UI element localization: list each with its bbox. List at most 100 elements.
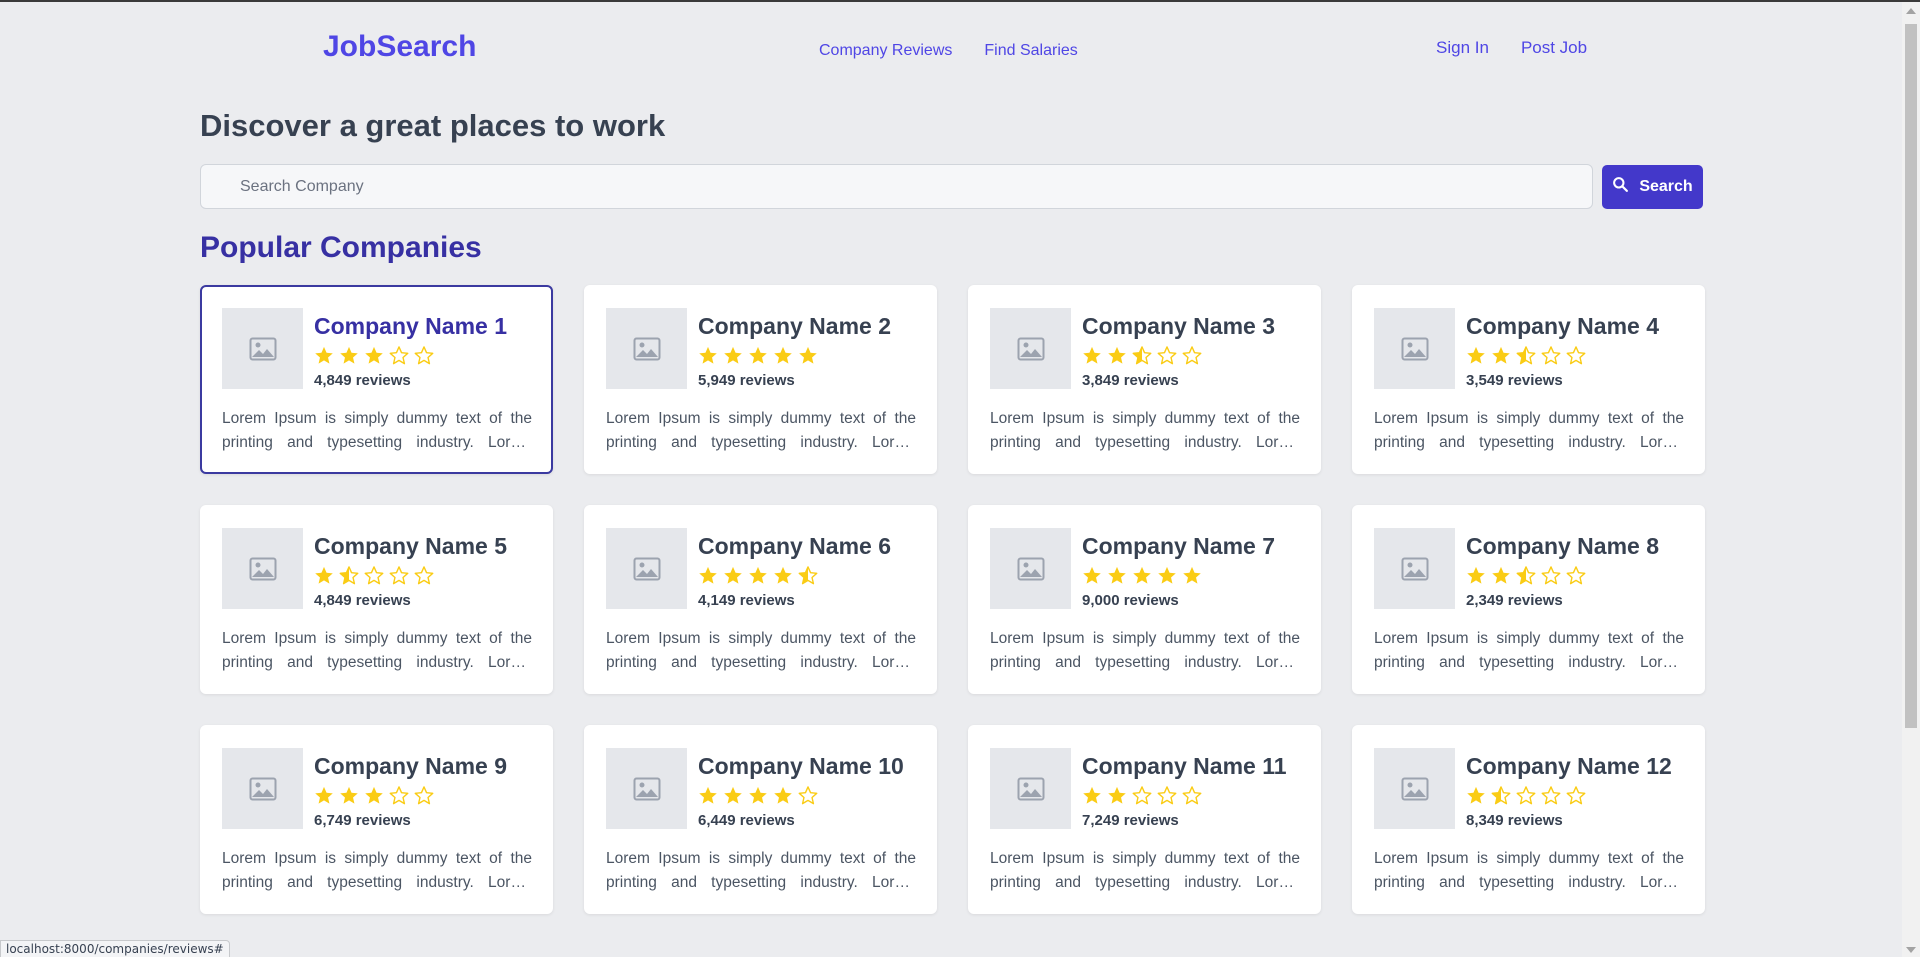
star-filled-icon	[1081, 565, 1103, 591]
sign-in-link[interactable]: Sign In	[1436, 38, 1489, 58]
star-empty-icon	[1156, 345, 1178, 371]
star-rating	[1465, 345, 1587, 371]
search-input[interactable]	[201, 165, 1592, 208]
search-icon	[1612, 176, 1629, 198]
company-name[interactable]: Company Name 4	[1466, 313, 1659, 340]
image-placeholder-icon	[606, 528, 687, 609]
star-filled-icon	[697, 565, 719, 591]
star-filled-icon	[697, 785, 719, 811]
company-card[interactable]: Company Name 2 5,949 reviews Lorem Ipsum i…	[584, 285, 937, 474]
company-card[interactable]: Company Name 8 2,349 reviews Lorem Ipsum i…	[1352, 505, 1705, 694]
company-name[interactable]: Company Name 8	[1466, 533, 1659, 560]
company-card[interactable]: Company Name 9 6,749 reviews Lorem Ipsum i…	[200, 725, 553, 914]
star-filled-icon	[747, 565, 769, 591]
image-placeholder-icon	[606, 308, 687, 389]
company-name[interactable]: Company Name 6	[698, 533, 891, 560]
company-name[interactable]: Company Name 11	[1082, 753, 1287, 780]
company-name[interactable]: Company Name 10	[698, 753, 904, 780]
star-empty-icon	[413, 565, 435, 591]
star-filled-icon	[1490, 565, 1512, 591]
review-count: 8,349 reviews	[1466, 812, 1563, 829]
star-empty-icon	[1181, 345, 1203, 371]
star-filled-icon	[313, 785, 335, 811]
image-placeholder-icon	[222, 528, 303, 609]
scroll-up-icon[interactable]	[1906, 8, 1916, 14]
company-name[interactable]: Company Name 9	[314, 753, 507, 780]
star-filled-icon	[772, 785, 794, 811]
star-empty-icon	[1540, 785, 1562, 811]
scrollbar-thumb[interactable]	[1905, 24, 1917, 728]
company-description: Lorem Ipsum is simply dummy text of the …	[222, 850, 532, 891]
star-empty-icon	[1156, 785, 1178, 811]
star-rating	[1465, 565, 1587, 591]
company-card[interactable]: Company Name 7 9,000 reviews Lorem Ipsum i…	[968, 505, 1321, 694]
company-description: Lorem Ipsum is simply dummy text of the …	[606, 630, 916, 671]
star-empty-icon	[1565, 785, 1587, 811]
star-filled-icon	[1106, 565, 1128, 591]
image-placeholder-icon	[990, 308, 1071, 389]
review-count: 7,249 reviews	[1082, 812, 1179, 829]
star-rating	[697, 345, 819, 371]
review-count: 3,849 reviews	[1082, 372, 1179, 389]
company-card[interactable]: Company Name 3 3,849 reviews Lorem Ipsum i…	[968, 285, 1321, 474]
company-card[interactable]: Company Name 11 7,249 reviews Lorem Ipsum …	[968, 725, 1321, 914]
company-name[interactable]: Company Name 12	[1466, 753, 1672, 780]
star-empty-icon	[1131, 785, 1153, 811]
star-filled-icon	[1106, 785, 1128, 811]
scroll-down-icon[interactable]	[1906, 947, 1916, 953]
star-empty-icon	[413, 345, 435, 371]
star-filled-icon	[722, 565, 744, 591]
star-filled-icon	[1490, 345, 1512, 371]
star-filled-icon	[1081, 345, 1103, 371]
star-half-icon	[1515, 565, 1537, 591]
section-title: Popular Companies	[200, 231, 482, 264]
company-name[interactable]: Company Name 2	[698, 313, 891, 340]
post-job-link[interactable]: Post Job	[1521, 38, 1587, 58]
star-filled-icon	[797, 345, 819, 371]
company-card[interactable]: Company Name 12 8,349 reviews Lorem Ipsum …	[1352, 725, 1705, 914]
company-name[interactable]: Company Name 3	[1082, 313, 1275, 340]
company-card[interactable]: Company Name 1 4,849 reviews Lorem Ipsum i…	[200, 285, 553, 474]
star-filled-icon	[1131, 565, 1153, 591]
brand-logo[interactable]: JobSearch	[323, 30, 476, 64]
star-filled-icon	[722, 345, 744, 371]
company-description: Lorem Ipsum is simply dummy text of the …	[990, 850, 1300, 891]
review-count: 4,849 reviews	[314, 372, 411, 389]
page-scrollbar[interactable]	[1902, 2, 1920, 957]
star-empty-icon	[1540, 345, 1562, 371]
star-filled-icon	[338, 345, 360, 371]
review-count: 9,000 reviews	[1082, 592, 1179, 609]
review-count: 4,849 reviews	[314, 592, 411, 609]
star-filled-icon	[363, 345, 385, 371]
star-filled-icon	[1181, 565, 1203, 591]
star-filled-icon	[1465, 565, 1487, 591]
star-filled-icon	[747, 785, 769, 811]
star-filled-icon	[747, 345, 769, 371]
company-name[interactable]: Company Name 1	[314, 313, 507, 340]
star-half-icon	[1490, 785, 1512, 811]
company-card[interactable]: Company Name 5 4,849 reviews Lorem Ipsum i…	[200, 505, 553, 694]
company-description: Lorem Ipsum is simply dummy text of the …	[1374, 850, 1684, 891]
company-card[interactable]: Company Name 6 4,149 reviews Lorem Ipsum i…	[584, 505, 937, 694]
search-button[interactable]: Search	[1602, 165, 1703, 209]
company-card[interactable]: Company Name 4 3,549 reviews Lorem Ipsum i…	[1352, 285, 1705, 474]
company-name[interactable]: Company Name 7	[1082, 533, 1275, 560]
star-empty-icon	[388, 565, 410, 591]
company-card[interactable]: Company Name 10 6,449 reviews Lorem Ipsum …	[584, 725, 937, 914]
top-navbar: JobSearch Company Reviews Find Salaries …	[0, 2, 1902, 97]
star-filled-icon	[1081, 785, 1103, 811]
star-rating	[1081, 345, 1203, 371]
status-bar-url: localhost:8000/companies/reviews#	[0, 940, 230, 957]
image-placeholder-icon	[1374, 748, 1455, 829]
review-count: 6,449 reviews	[698, 812, 795, 829]
star-empty-icon	[1565, 565, 1587, 591]
star-filled-icon	[1156, 565, 1178, 591]
nav-company-reviews[interactable]: Company Reviews	[819, 42, 952, 60]
nav-find-salaries[interactable]: Find Salaries	[984, 42, 1077, 60]
image-placeholder-icon	[1374, 308, 1455, 389]
star-empty-icon	[1181, 785, 1203, 811]
company-name[interactable]: Company Name 5	[314, 533, 507, 560]
star-empty-icon	[388, 785, 410, 811]
star-rating	[313, 785, 435, 811]
star-rating	[697, 785, 819, 811]
